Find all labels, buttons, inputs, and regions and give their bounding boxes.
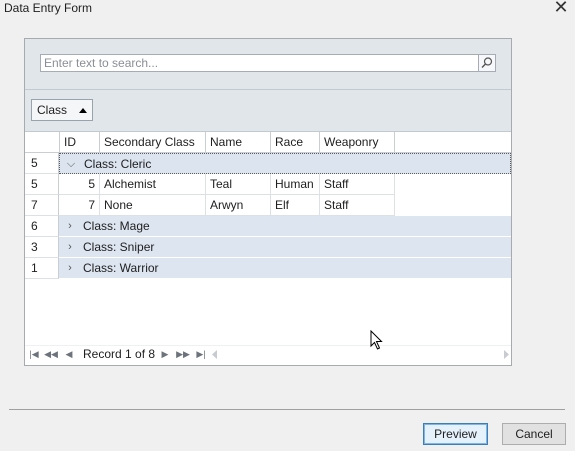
close-icon[interactable]: ✕ <box>552 0 570 16</box>
cell-id[interactable]: 5 <box>80 174 100 195</box>
row-indicator-header <box>25 132 60 153</box>
scroll-left-icon <box>212 350 217 359</box>
group-indent <box>59 174 80 195</box>
row-indicator[interactable]: 1 <box>25 258 59 279</box>
prev-page-icon[interactable]: ◀◀ <box>44 345 58 364</box>
cell-secondary-class[interactable]: Alchemist <box>100 174 206 195</box>
cell-weaponry[interactable]: Staff <box>320 174 395 195</box>
group-row-label: Class: Mage <box>83 219 150 233</box>
search-input[interactable] <box>40 54 480 72</box>
next-page-icon[interactable]: ▶▶ <box>176 345 190 364</box>
row-indicator[interactable]: 5 <box>25 174 59 195</box>
group-row-label: Class: Warrior <box>83 261 159 275</box>
cell-secondary-class[interactable]: None <box>100 195 206 216</box>
column-header-name[interactable]: Name <box>206 132 271 153</box>
group-row-cleric[interactable]: ⌵ Class: Cleric <box>59 153 511 174</box>
pager-record-text: Record 1 of 8 <box>83 347 156 361</box>
group-indent <box>59 195 80 216</box>
row-indicator[interactable]: 3 <box>25 237 59 258</box>
column-header-race[interactable]: Race <box>271 132 320 153</box>
group-row-sniper[interactable]: › Class: Sniper <box>59 237 511 258</box>
chevron-right-icon[interactable]: › <box>65 237 75 257</box>
group-row-label: Class: Sniper <box>83 240 155 254</box>
group-chip-class[interactable]: Class <box>31 99 93 121</box>
cell-id[interactable]: 7 <box>80 195 100 216</box>
next-record-icon[interactable]: ▶ <box>158 345 172 364</box>
row-indicator[interactable]: 6 <box>25 216 59 237</box>
chevron-right-icon[interactable]: › <box>65 258 75 278</box>
cell-name[interactable]: Arwyn <box>206 195 271 216</box>
footer-divider <box>9 409 565 410</box>
cell-race[interactable]: Human <box>271 174 320 195</box>
cell-weaponry[interactable]: Staff <box>320 195 395 216</box>
group-chip-label: Class <box>37 103 68 117</box>
cell-name[interactable]: Teal <box>206 174 271 195</box>
prev-record-icon[interactable]: ◀ <box>62 345 76 364</box>
group-row-warrior[interactable]: › Class: Warrior <box>59 258 511 279</box>
column-header-weaponry[interactable]: Weaponry <box>320 132 395 153</box>
chevron-right-icon[interactable]: › <box>65 216 75 236</box>
search-icon <box>481 57 493 68</box>
cancel-button[interactable]: Cancel <box>502 423 566 445</box>
preview-button[interactable]: Preview <box>423 423 488 445</box>
column-header-id[interactable]: ID <box>60 132 100 153</box>
cell-race[interactable]: Elf <box>271 195 320 216</box>
row-indicator[interactable]: 7 <box>25 195 59 216</box>
search-button[interactable] <box>478 54 496 72</box>
sort-asc-icon <box>79 108 87 113</box>
last-page-icon[interactable]: ▶| <box>194 345 208 364</box>
first-page-icon[interactable]: |◀ <box>27 345 41 364</box>
scroll-right-icon <box>504 350 509 359</box>
chevron-down-icon[interactable]: ⌵ <box>66 154 76 174</box>
horizontal-scrollbar[interactable] <box>212 350 509 359</box>
row-indicator[interactable]: 5 <box>25 153 59 174</box>
window-title: Data Entry Form <box>4 1 93 15</box>
header-filler <box>395 132 511 153</box>
group-panel <box>25 90 511 132</box>
mouse-cursor <box>370 330 383 350</box>
group-row-label: Class: Cleric <box>84 157 152 171</box>
group-row-mage[interactable]: › Class: Mage <box>59 216 511 237</box>
column-header-secondary-class[interactable]: Secondary Class <box>100 132 206 153</box>
